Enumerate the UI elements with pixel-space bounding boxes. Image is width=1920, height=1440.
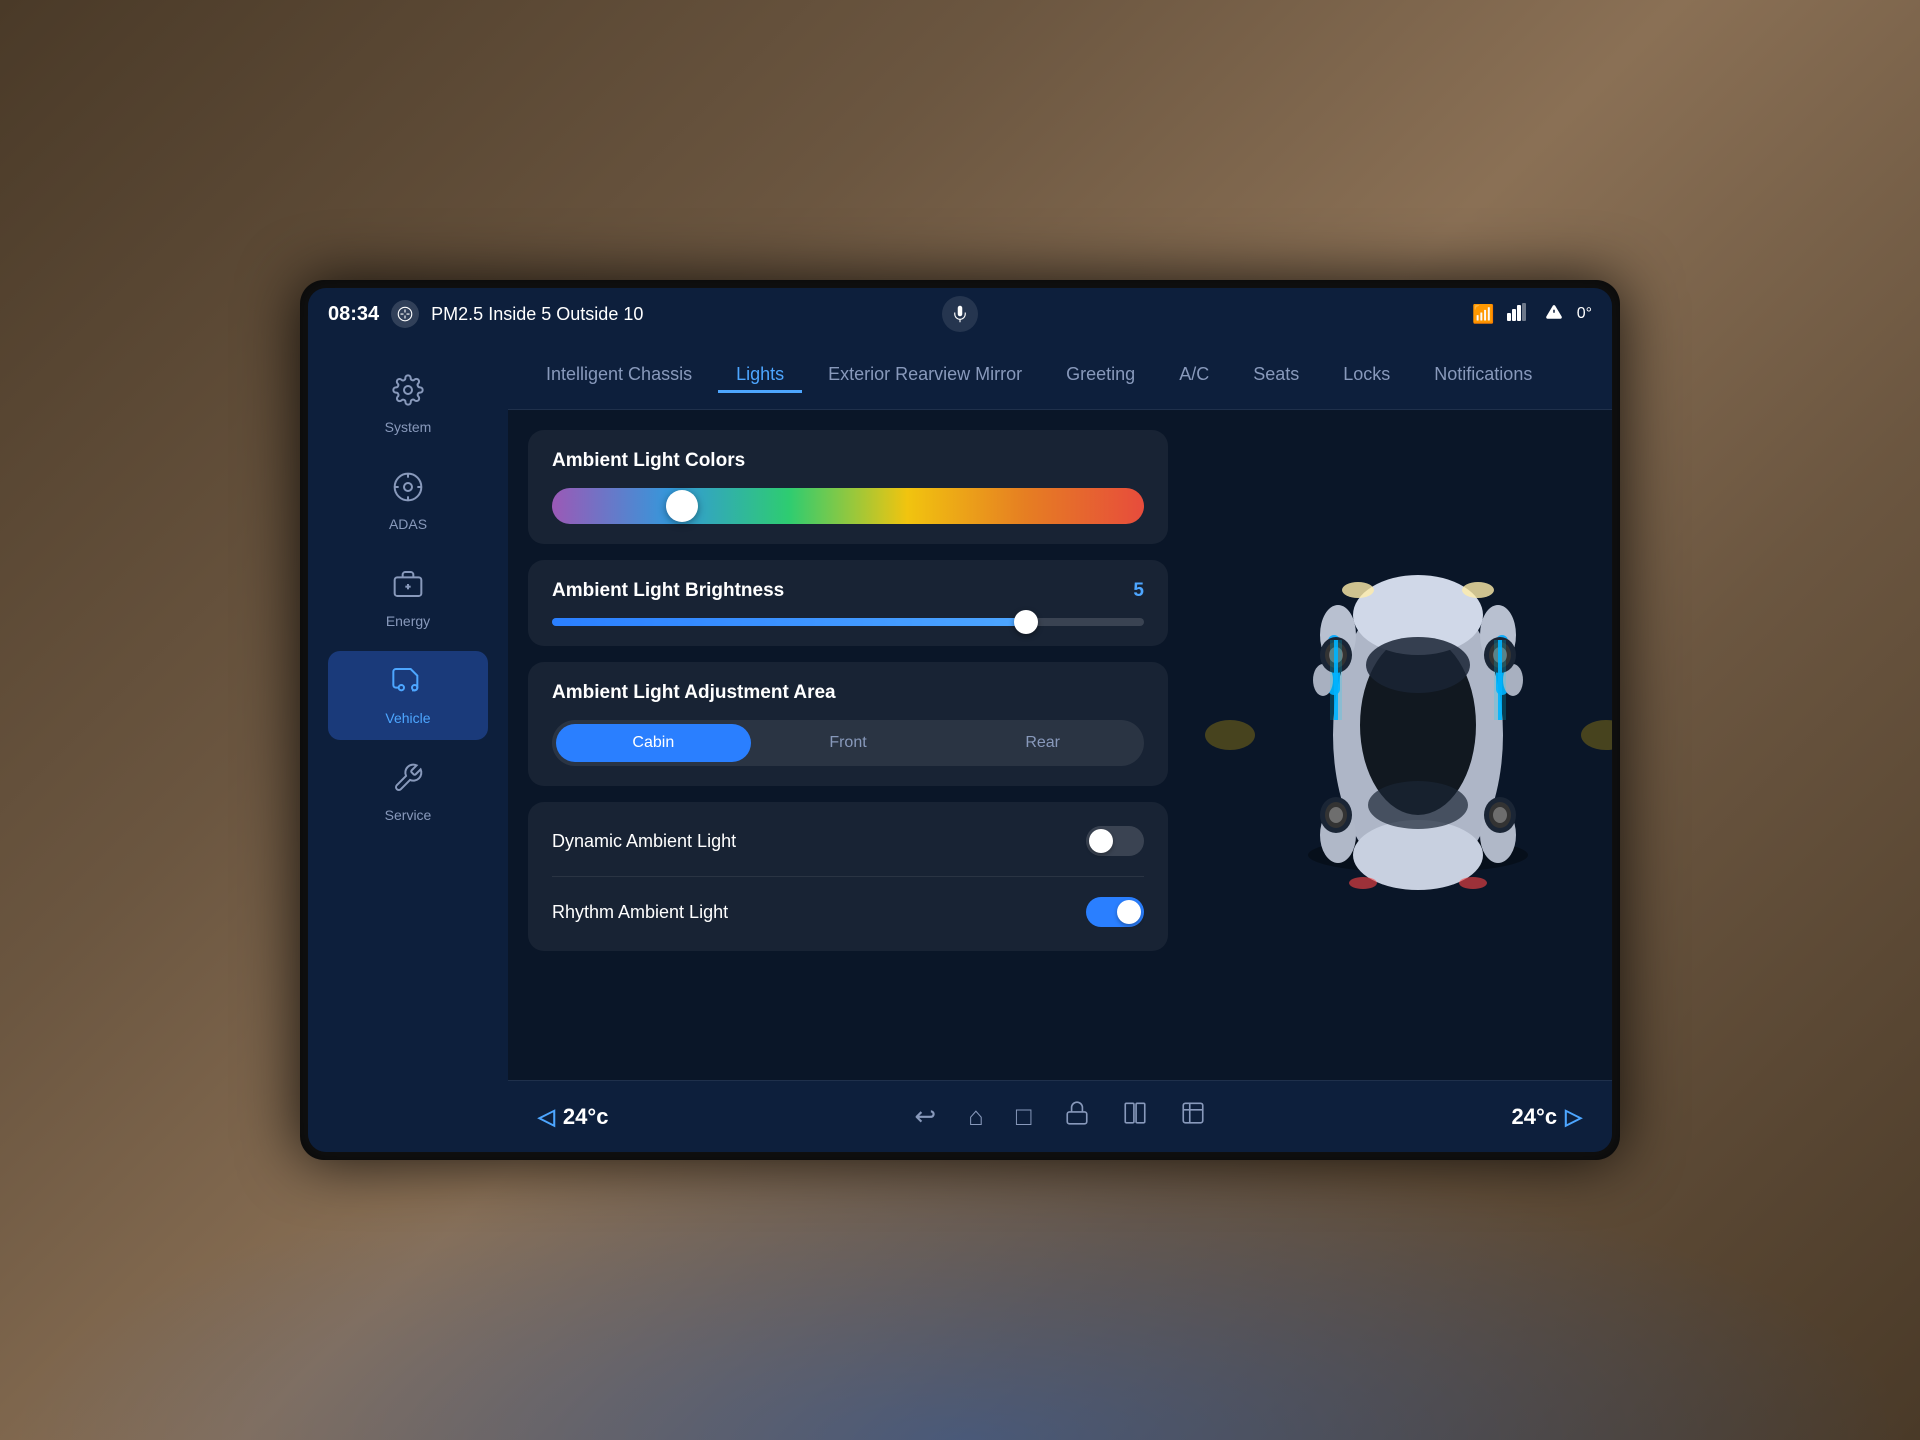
sidebar-item-system[interactable]: System	[328, 360, 488, 449]
car-svg	[1188, 555, 1612, 915]
tab-ac[interactable]: A/C	[1161, 356, 1227, 393]
sidebar-label-adas: ADAS	[389, 516, 427, 532]
area-selector: Cabin Front Rear	[552, 720, 1144, 766]
area-title: Ambient Light Adjustment Area	[552, 682, 1144, 704]
energy-icon	[392, 568, 424, 607]
car-top-view	[1188, 555, 1612, 935]
split-screen-button[interactable]	[1122, 1100, 1148, 1133]
dynamic-ambient-light-toggle[interactable]	[1086, 826, 1144, 856]
toggle-divider	[552, 876, 1144, 877]
dynamic-ambient-light-row: Dynamic Ambient Light	[552, 822, 1144, 860]
brightness-track[interactable]	[552, 618, 1144, 626]
adas-icon	[392, 471, 424, 510]
temp-right-value: 24°c	[1512, 1104, 1558, 1130]
ambient-light-colors-card: Ambient Light Colors	[528, 430, 1168, 544]
tab-exterior-rearview-mirror[interactable]: Exterior Rearview Mirror	[810, 356, 1040, 393]
mic-button[interactable]	[942, 296, 978, 332]
status-left: 08:34 PM2.5 Inside 5 Outside 10	[328, 300, 643, 328]
nav-temp-left: ◁ 24°c	[538, 1104, 608, 1130]
sidebar-item-energy[interactable]: Energy	[328, 554, 488, 643]
tab-bar: Intelligent Chassis Lights Exterior Rear…	[508, 340, 1612, 410]
tab-seats[interactable]: Seats	[1235, 356, 1317, 393]
brightness-thumb[interactable]	[1014, 610, 1038, 634]
home-button[interactable]: ⌂	[968, 1101, 984, 1132]
rhythm-toggle-knob	[1117, 900, 1141, 924]
service-icon	[392, 762, 424, 801]
status-bar: 08:34 PM2.5 Inside 5 Outside 10	[308, 288, 1612, 340]
car-interior-background: 08:34 PM2.5 Inside 5 Outside 10	[0, 0, 1920, 1440]
area-btn-rear[interactable]: Rear	[945, 724, 1140, 762]
dynamic-ambient-light-label: Dynamic Ambient Light	[552, 831, 736, 852]
sidebar-label-service: Service	[385, 807, 432, 823]
tab-notifications[interactable]: Notifications	[1416, 356, 1550, 393]
main-content: System	[308, 340, 1612, 1152]
ambient-light-area-card: Ambient Light Adjustment Area Cabin Fron…	[528, 662, 1168, 786]
temperature-status: 0°	[1577, 305, 1592, 323]
sidebar-item-service[interactable]: Service	[328, 748, 488, 837]
sidebar-item-adas[interactable]: ADAS	[328, 457, 488, 546]
dynamic-toggle-knob	[1089, 829, 1113, 853]
rhythm-ambient-light-toggle[interactable]	[1086, 897, 1144, 927]
tab-greeting[interactable]: Greeting	[1048, 356, 1153, 393]
brightness-header: Ambient Light Brightness 5	[552, 580, 1144, 602]
status-time: 08:34	[328, 303, 379, 326]
brightness-value: 5	[1133, 580, 1144, 602]
back-button[interactable]: ↩	[914, 1101, 936, 1132]
sidebar-item-vehicle[interactable]: Vehicle	[328, 651, 488, 740]
ambient-light-brightness-card: Ambient Light Brightness 5	[528, 560, 1168, 646]
ambient-blue-light	[0, 1140, 1920, 1440]
rhythm-ambient-light-label: Rhythm Ambient Light	[552, 902, 728, 923]
ambient-light-colors-title: Ambient Light Colors	[552, 450, 1144, 472]
screen-bezel: 08:34 PM2.5 Inside 5 Outside 10	[300, 280, 1620, 1160]
vehicle-icon	[392, 665, 424, 704]
system-icon	[392, 374, 424, 413]
sidebar-label-energy: Energy	[386, 613, 430, 629]
tab-locks[interactable]: Locks	[1325, 356, 1408, 393]
main-screen: 08:34 PM2.5 Inside 5 Outside 10	[308, 288, 1612, 1152]
alert-icon	[1543, 303, 1565, 326]
temp-left-value: 24°c	[563, 1104, 609, 1130]
content-panel: Intelligent Chassis Lights Exterior Rear…	[508, 340, 1612, 1152]
car-visual-area	[1188, 410, 1612, 1080]
area-btn-cabin[interactable]: Cabin	[556, 724, 751, 762]
lock-button[interactable]	[1064, 1100, 1090, 1133]
color-slider-thumb[interactable]	[666, 490, 698, 522]
air-quality-text: PM2.5 Inside 5 Outside 10	[431, 304, 643, 325]
air-quality-icon	[391, 300, 419, 328]
split-area: Ambient Light Colors Ambient Light Brigh…	[508, 410, 1612, 1080]
tab-lights[interactable]: Lights	[718, 356, 802, 393]
brightness-title: Ambient Light Brightness	[552, 580, 784, 602]
nav-controls: ↩ ⌂ □	[914, 1100, 1205, 1133]
status-right: 📶	[1472, 303, 1592, 326]
temp-left-arrow: ◁	[538, 1104, 555, 1130]
nav-bar: ◁ 24°c ↩ ⌂ □	[508, 1080, 1612, 1152]
recent-apps-button[interactable]: □	[1016, 1101, 1032, 1132]
wifi-icon: 📶	[1472, 304, 1494, 325]
sidebar: System	[308, 340, 508, 1152]
area-btn-front[interactable]: Front	[751, 724, 946, 762]
status-center	[942, 296, 978, 332]
brightness-fill	[552, 618, 1026, 626]
signal-bars	[1507, 303, 1531, 326]
sidebar-label-vehicle: Vehicle	[385, 710, 430, 726]
temp-right-arrow: ▷	[1565, 1104, 1582, 1130]
settings-panel: Ambient Light Colors Ambient Light Brigh…	[508, 410, 1188, 1080]
cast-button[interactable]	[1180, 1100, 1206, 1133]
rhythm-ambient-light-row: Rhythm Ambient Light	[552, 893, 1144, 931]
color-gradient-track	[552, 488, 1144, 524]
tab-intelligent-chassis[interactable]: Intelligent Chassis	[528, 356, 710, 393]
toggles-card: Dynamic Ambient Light Rhythm Ambient Lig…	[528, 802, 1168, 951]
color-slider[interactable]	[552, 488, 1144, 524]
sidebar-label-system: System	[385, 419, 432, 435]
nav-temp-right: 24°c ▷	[1512, 1104, 1582, 1130]
